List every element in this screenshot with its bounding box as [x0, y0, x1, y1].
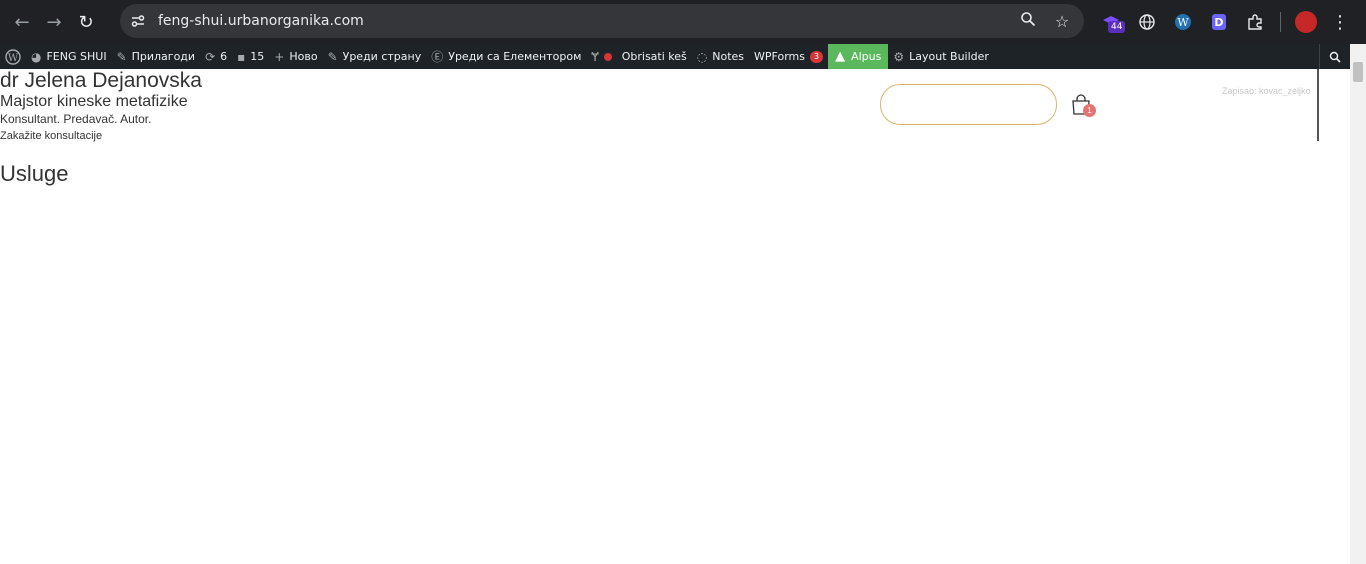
- svg-text:D: D: [1214, 16, 1223, 29]
- address-bar[interactable]: feng-shui.urbanorganika.com ☆: [120, 4, 1084, 38]
- url-text[interactable]: feng-shui.urbanorganika.com: [158, 13, 364, 29]
- dashboard-icon: ◕: [31, 49, 42, 64]
- wp-edit-page[interactable]: ✎ Уреди страну: [323, 44, 427, 69]
- wp-wpforms[interactable]: WPForms 3: [749, 44, 828, 69]
- wp-new[interactable]: + Ново: [269, 44, 322, 69]
- zoom-icon[interactable]: [1018, 11, 1038, 31]
- more-menu-icon[interactable]: ⋮: [1331, 12, 1349, 33]
- updates-icon: ⟳: [205, 49, 216, 64]
- svg-text:W: W: [8, 53, 19, 64]
- search-input[interactable]: [880, 84, 1057, 125]
- wp-updates[interactable]: ⟳ 6: [200, 44, 232, 69]
- brush-icon: ✎: [116, 49, 127, 64]
- comments-count: 15: [250, 50, 265, 63]
- wp-alpus[interactable]: ▲ Alpus: [828, 44, 889, 69]
- wp-layout-builder[interactable]: ⚙ Layout Builder: [888, 44, 994, 69]
- notes-icon: ◌: [696, 49, 708, 64]
- divider-line: [1317, 69, 1319, 141]
- elementor-icon: Ⓔ: [431, 50, 444, 64]
- notes-label: Notes: [712, 50, 745, 63]
- alpus-logo-icon: ▲: [835, 49, 846, 64]
- wp-admin-bar: W ◕ FENG SHUI ✎ Прилагоди ⟳ 6 ▪ 15 + Нов…: [0, 44, 1350, 69]
- wordpress-icon[interactable]: W: [1172, 11, 1194, 33]
- pencil-icon: ✎: [327, 49, 338, 64]
- forward-button[interactable]: →: [38, 6, 70, 38]
- cart-count-badge: 1: [1083, 104, 1096, 117]
- page-scrollbar[interactable]: [1350, 44, 1366, 564]
- site-tagline: Konsultant. Predavač. Autor.: [0, 112, 152, 126]
- wordpress-logo-icon: W: [5, 48, 21, 65]
- edit-page-label: Уреди страну: [342, 50, 422, 63]
- customize-label: Прилагоди: [131, 50, 196, 63]
- wp-yoast[interactable]: Ɏ: [586, 44, 616, 69]
- site-subtitle: Majstor kineske metafizike: [0, 93, 188, 110]
- bookmark-star-icon[interactable]: ☆: [1052, 12, 1072, 31]
- scrollbar-thumb[interactable]: [1353, 62, 1363, 82]
- browser-toolbar: ← → ↻ feng-shui.urbanorganika.com ☆ 44 W…: [0, 0, 1366, 44]
- new-label: Ново: [289, 50, 318, 63]
- toolbar-divider: [1280, 12, 1281, 32]
- reload-button[interactable]: ↻: [70, 6, 102, 38]
- wp-logo-item[interactable]: W: [0, 44, 26, 69]
- comment-icon: ▪: [237, 49, 246, 64]
- site-title[interactable]: dr Jelena Dejanovska: [0, 69, 202, 93]
- globe-icon[interactable]: [1136, 11, 1158, 33]
- wp-site-name[interactable]: ◕ FENG SHUI: [26, 44, 112, 69]
- wp-clear-cache[interactable]: Obrisati keš: [617, 44, 692, 69]
- yoast-icon: Ɏ: [591, 49, 599, 64]
- profile-avatar[interactable]: [1295, 11, 1317, 33]
- plus-icon: +: [274, 49, 285, 64]
- layout-builder-label: Layout Builder: [909, 50, 989, 63]
- clear-cache-label: Obrisati keš: [621, 50, 687, 63]
- svg-text:W: W: [1177, 16, 1189, 29]
- seo-status-dot: [603, 52, 612, 61]
- puzzle-extensions-icon[interactable]: [1244, 11, 1266, 33]
- gears-icon: ⚙: [893, 49, 905, 64]
- wpforms-label: WPForms: [754, 50, 805, 63]
- arrow-left-icon: ←: [14, 11, 30, 33]
- page-content: dr Jelena Dejanovska Majstor kineske met…: [0, 69, 1350, 564]
- back-button[interactable]: ←: [6, 6, 38, 38]
- edit-elementor-label: Уреди са Елементором: [448, 50, 582, 63]
- updates-count: 6: [220, 50, 228, 63]
- consultation-link[interactable]: Zakažite konsultacije: [0, 130, 102, 142]
- wpforms-badge: 3: [810, 50, 824, 63]
- wp-notes[interactable]: ◌ Notes: [692, 44, 749, 69]
- d-extension-icon[interactable]: D: [1208, 11, 1230, 33]
- wp-edit-elementor[interactable]: Ⓔ Уреди са Елементором: [426, 44, 586, 69]
- extension-badge: 44: [1108, 21, 1126, 33]
- wp-search-button[interactable]: [1319, 44, 1350, 69]
- wp-comments[interactable]: ▪ 15: [232, 44, 269, 69]
- site-name-label: FENG SHUI: [46, 50, 107, 63]
- wp-customize[interactable]: ✎ Прилагоди: [112, 44, 201, 69]
- alpus-label: Alpus: [851, 50, 882, 63]
- extension-hat-icon[interactable]: 44: [1100, 11, 1126, 33]
- arrow-right-icon: →: [46, 11, 62, 33]
- search-icon: [1329, 51, 1341, 63]
- section-heading: Usluge: [0, 161, 69, 186]
- logged-in-user: Zapisao: kovac_zeljko: [1222, 86, 1311, 96]
- site-info-icon[interactable]: [128, 11, 148, 31]
- reload-icon: ↻: [78, 11, 94, 33]
